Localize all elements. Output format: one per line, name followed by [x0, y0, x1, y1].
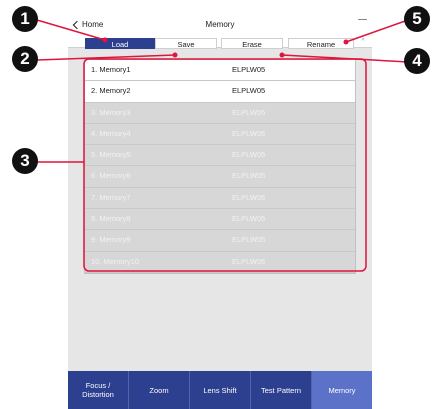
callout-2: 2 — [12, 46, 38, 72]
callout-line-5 — [345, 19, 409, 43]
callout-line-1 — [36, 19, 106, 41]
callout-4: 4 — [404, 48, 430, 74]
callout-3: 3 — [12, 148, 38, 174]
callout-lines — [36, 19, 409, 272]
callout-dot-5 — [343, 39, 349, 45]
callout-5: 5 — [404, 6, 430, 32]
callout-dot-4 — [279, 52, 285, 58]
callout-frame-3 — [83, 58, 367, 272]
callout-1: 1 — [12, 6, 38, 32]
callout-dot-1 — [102, 37, 108, 43]
callout-dot-2 — [172, 52, 178, 58]
